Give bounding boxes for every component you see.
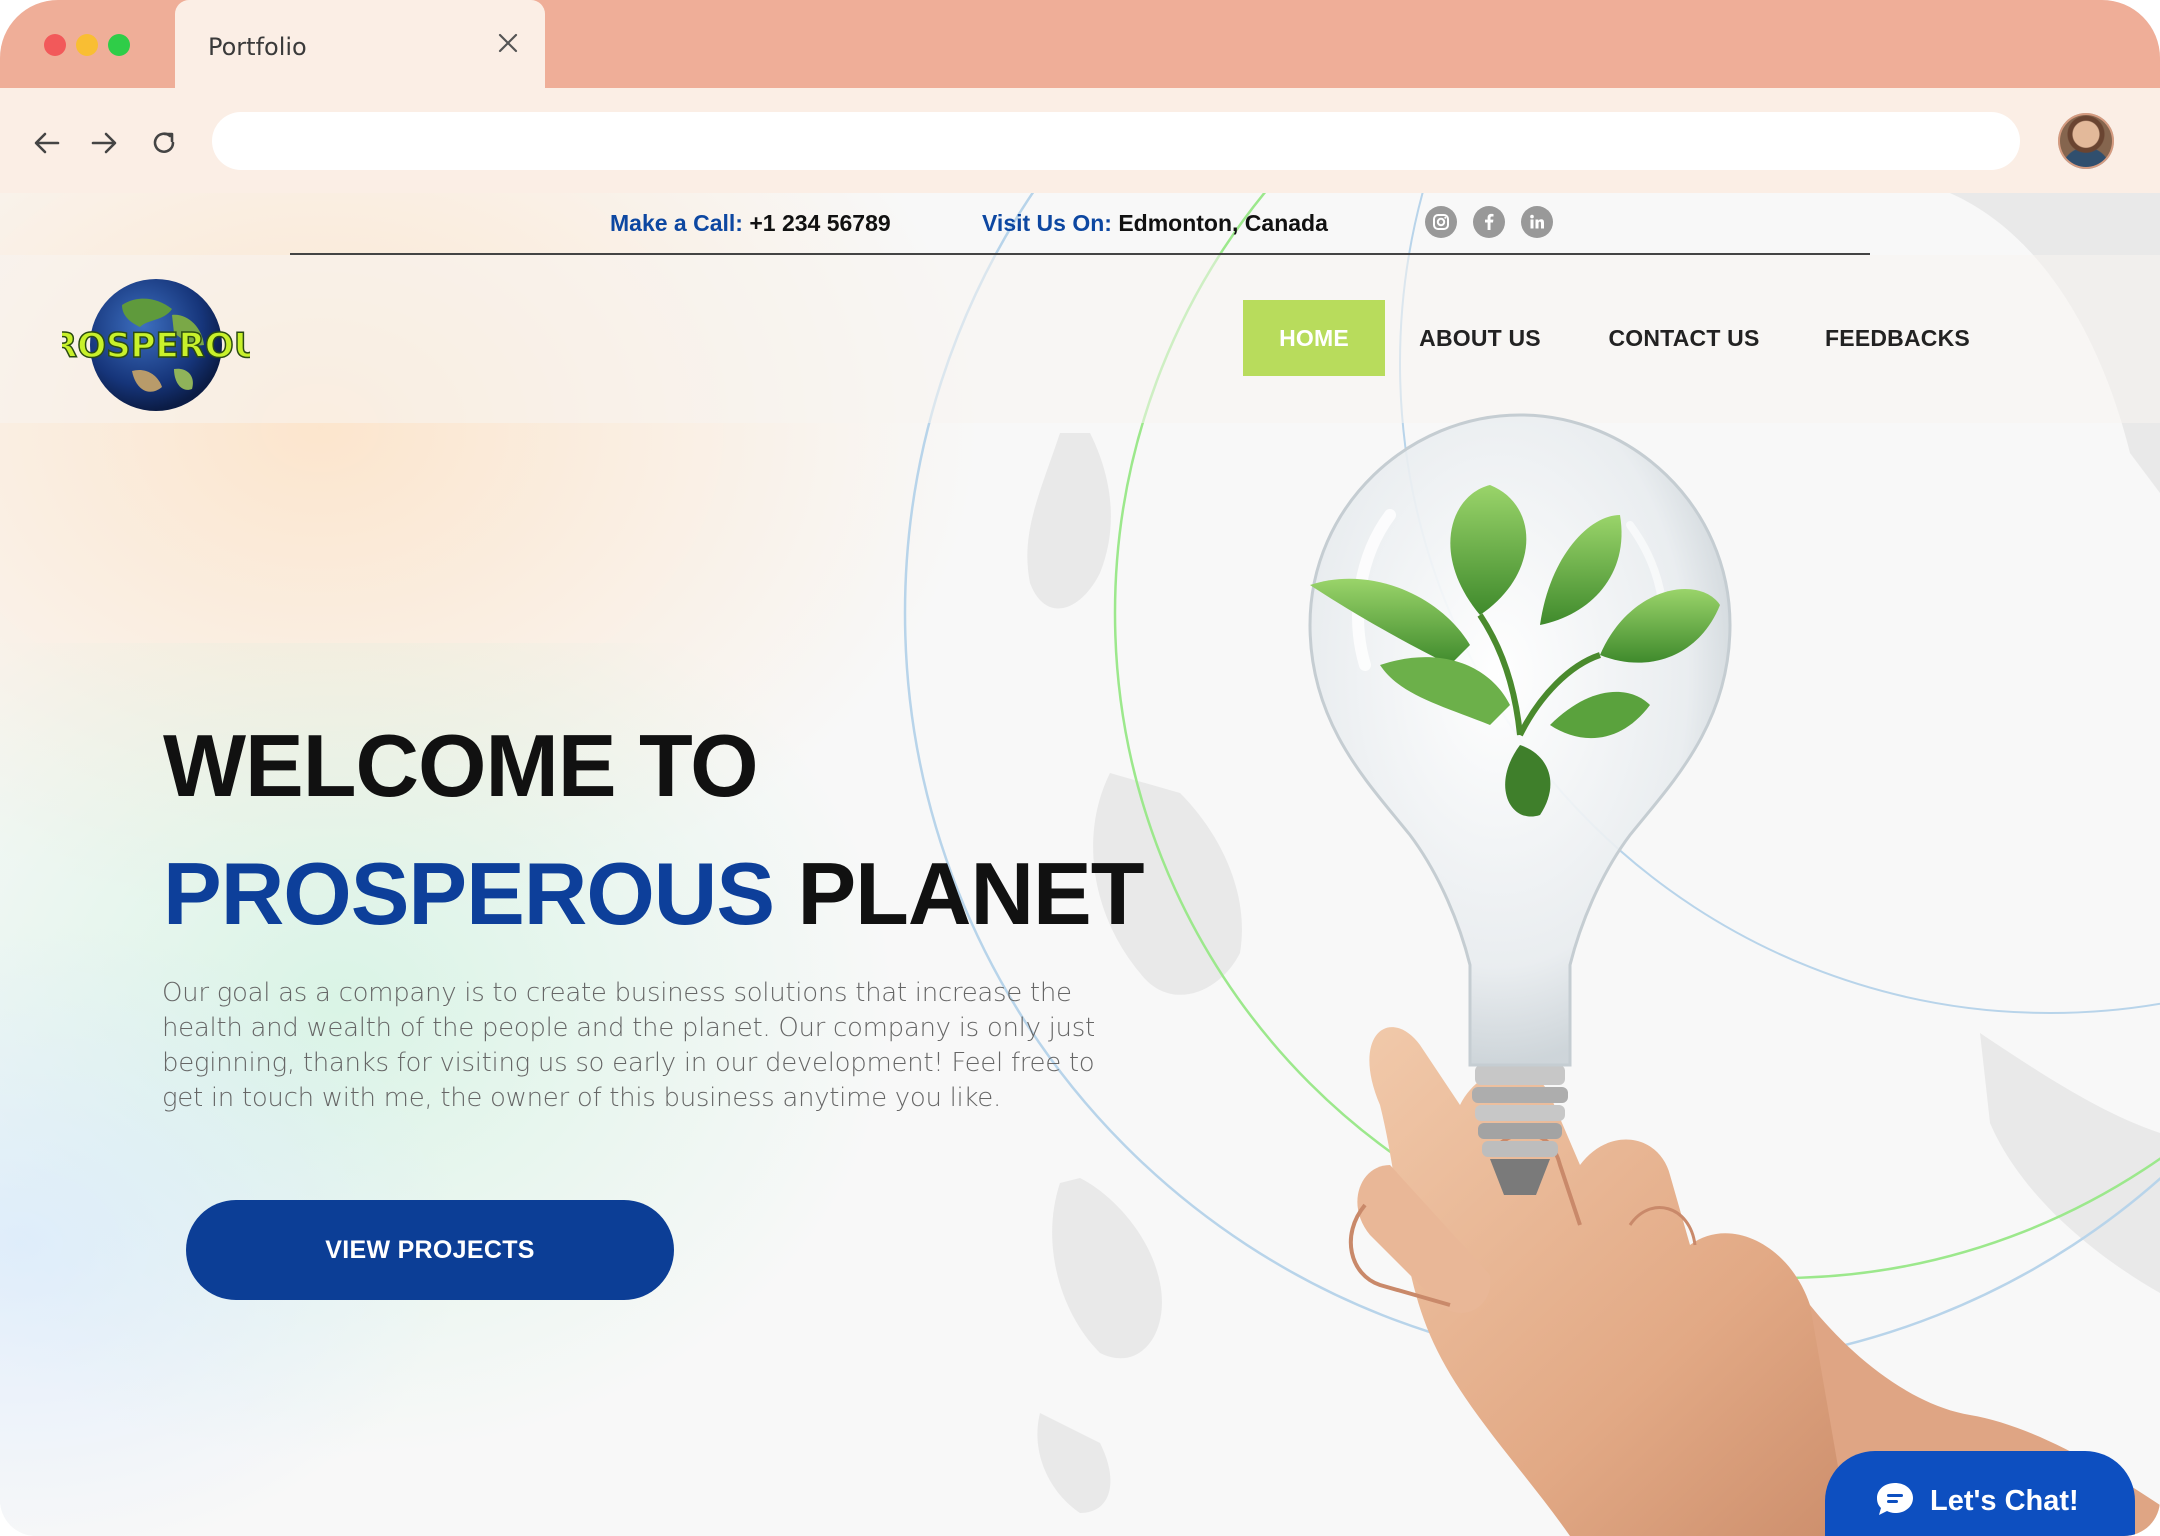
linkedin-icon[interactable] [1521, 206, 1553, 238]
forward-arrow-icon[interactable] [89, 128, 119, 158]
maximize-window-button[interactable] [108, 34, 130, 56]
close-icon[interactable] [497, 32, 519, 54]
close-window-button[interactable] [44, 34, 66, 56]
contact-topbar: Make a Call: +1 234 56789 Visit Us On: E… [290, 193, 1870, 255]
minimize-window-button[interactable] [76, 34, 98, 56]
web-page: Make a Call: +1 234 56789 Visit Us On: E… [0, 193, 2160, 1536]
visit-value: Edmonton, Canada [1118, 210, 1328, 236]
back-arrow-icon[interactable] [32, 128, 62, 158]
chat-label: Let's Chat! [1930, 1485, 2079, 1517]
tab-bar: Portfolio [0, 0, 2160, 88]
browser-tab[interactable]: Portfolio [175, 0, 545, 88]
browser-toolbar [0, 88, 2160, 193]
call-label: Make a Call: [610, 210, 743, 236]
visit-label: Visit Us On: [982, 210, 1112, 236]
location-contact: Visit Us On: Edmonton, Canada [982, 210, 1328, 237]
view-projects-label: VIEW PROJECTS [325, 1235, 535, 1264]
hero-title-line1: WELCOME TO [163, 716, 759, 815]
reload-icon[interactable] [149, 128, 179, 158]
chat-bubble-icon [1877, 1483, 1913, 1515]
tab-title: Portfolio [208, 33, 307, 61]
hero-title-rest: PLANET [797, 844, 1144, 943]
view-projects-button[interactable]: VIEW PROJECTS [186, 1200, 674, 1300]
profile-avatar[interactable] [2058, 113, 2114, 169]
browser-window: Portfolio Make a Call: +1 234 56789 Visi… [0, 0, 2160, 1536]
nav-feedbacks[interactable]: FEEDBACKS [1825, 300, 1970, 376]
nav-about-us[interactable]: ABOUT US [1412, 300, 1548, 376]
hero-title-line2: PROSPEROUS PLANET [163, 843, 1144, 945]
hero-description: Our goal as a company is to create busin… [162, 978, 1095, 1113]
address-bar[interactable] [212, 112, 2020, 170]
facebook-icon[interactable] [1473, 206, 1505, 238]
nav-home[interactable]: HOME [1243, 300, 1385, 376]
chat-widget-button[interactable]: Let's Chat! [1825, 1451, 2135, 1536]
nav-about-label: ABOUT US [1419, 324, 1541, 351]
call-value: +1 234 56789 [749, 210, 891, 236]
logo-text: PROSPEROUS [62, 326, 250, 366]
hero-title-highlight: PROSPEROUS [163, 844, 775, 943]
nav-contact-us[interactable]: CONTACT US [1600, 300, 1768, 376]
nav-contact-label: CONTACT US [1608, 324, 1760, 351]
instagram-icon[interactable] [1425, 206, 1457, 238]
nav-home-label: HOME [1279, 324, 1349, 351]
prosperous-logo[interactable]: PROSPEROUS [62, 275, 250, 415]
phone-contact[interactable]: Make a Call: +1 234 56789 [610, 210, 891, 237]
nav-feedbacks-label: FEEDBACKS [1825, 324, 1970, 351]
lightbulb-plant-illustration [1308, 413, 2160, 1536]
